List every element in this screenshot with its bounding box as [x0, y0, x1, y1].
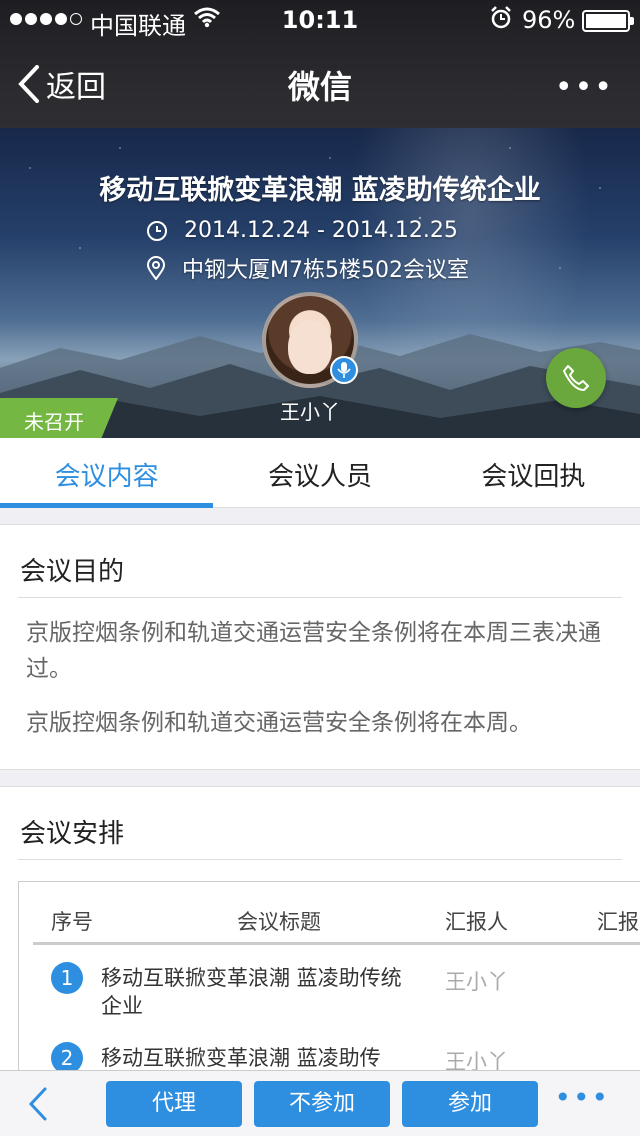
battery-percentage: 96% — [522, 6, 576, 34]
header-divider — [33, 942, 640, 945]
row-reporter: 王小丫 — [445, 970, 508, 994]
column-header: 会议标题 — [237, 910, 321, 934]
row-number: 1 — [51, 962, 83, 994]
tab-meeting-members[interactable]: 会议人员 — [213, 438, 426, 507]
proxy-button[interactable]: 代理 — [106, 1081, 242, 1127]
tab-meeting-receipt[interactable]: 会议回执 — [427, 438, 640, 507]
chevron-left-icon — [28, 1087, 47, 1121]
location-pin-icon — [146, 256, 166, 280]
meeting-date-row: 2014.12.24 - 2014.12.25 — [146, 218, 458, 243]
back-arrow-button[interactable] — [28, 1087, 48, 1125]
join-button[interactable]: 参加 — [402, 1081, 538, 1127]
meeting-purpose-section: 会议目的 京版控烟条例和轨道交通运营安全条例将在本周三表决通过。 京版控烟条例和… — [0, 524, 640, 770]
page-title: 微信 — [287, 68, 352, 106]
nav-bar: 返回 微信 ••• — [0, 40, 640, 128]
section-heading: 会议目的 — [20, 557, 125, 587]
battery-icon — [582, 10, 634, 32]
meeting-location-row: 中钢大厦M7栋5楼502会议室 — [146, 252, 469, 284]
status-badge: 未召开 — [0, 398, 118, 438]
column-header: 序号 — [51, 910, 93, 934]
divider — [18, 859, 622, 860]
phone-icon — [563, 365, 589, 391]
bottom-action-bar: 代理 不参加 参加 ••• — [0, 1070, 640, 1136]
meeting-title: 移动互联掀变革浪潮 蓝凌助传统企业 — [99, 175, 541, 206]
row-title: 移动互联掀变革浪潮 蓝凌助传统企业 — [101, 966, 402, 1018]
column-header: 汇报 — [597, 910, 639, 934]
meeting-location: 中钢大厦M7栋5楼502会议室 — [182, 258, 469, 283]
alarm-icon — [490, 6, 512, 36]
row-title: 移动互联掀变革浪潮 蓝凌助传 — [101, 1046, 381, 1070]
decline-button[interactable]: 不参加 — [254, 1081, 390, 1127]
tab-bar: 会议内容 会议人员 会议回执 — [0, 438, 640, 508]
column-header: 汇报人 — [445, 910, 508, 934]
purpose-paragraph: 京版控烟条例和轨道交通运营安全条例将在本周。 — [26, 710, 532, 736]
more-actions-button[interactable]: ••• — [554, 1081, 610, 1114]
section-heading: 会议安排 — [20, 819, 125, 849]
top-bar: 中国联通 10:11 96% 返回 微信 ••• — [0, 0, 640, 128]
avatar-face — [288, 320, 332, 374]
clock-icon — [147, 220, 167, 241]
agenda-table: 序号 会议标题 汇报人 汇报 1 移动互联掀变革浪潮 蓝凌助传统企业 王小丫 2… — [18, 881, 640, 1075]
meeting-agenda-section: 会议安排 序号 会议标题 汇报人 汇报 1 移动互联掀变革浪潮 蓝凌助传统企业 … — [0, 786, 640, 1076]
purpose-paragraph: 京版控烟条例和轨道交通运营安全条例将在本周三表决通过。 — [26, 620, 601, 682]
meeting-banner: 移动互联掀变革浪潮 蓝凌助传统企业 2014.12.24 - 2014.12.2… — [0, 128, 640, 438]
meeting-date: 2014.12.24 - 2014.12.25 — [184, 218, 458, 243]
microphone-icon[interactable] — [330, 356, 358, 384]
call-button[interactable] — [546, 348, 606, 408]
status-bar: 中国联通 10:11 96% — [0, 0, 640, 40]
tab-meeting-content[interactable]: 会议内容 — [0, 438, 214, 508]
divider — [18, 597, 622, 598]
more-menu-button[interactable]: ••• — [555, 70, 614, 105]
